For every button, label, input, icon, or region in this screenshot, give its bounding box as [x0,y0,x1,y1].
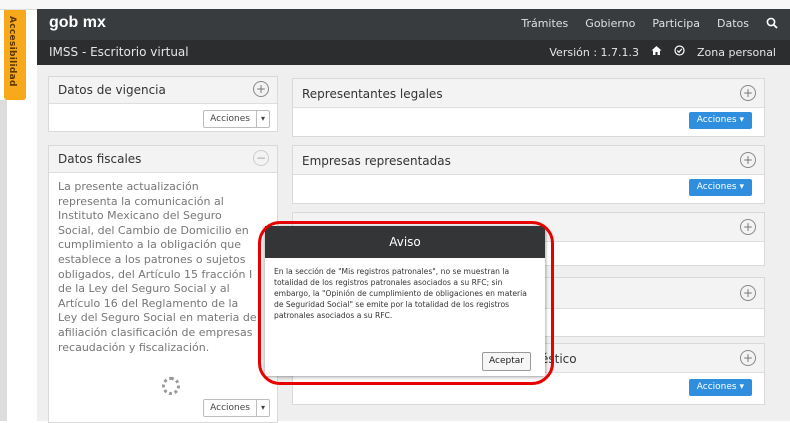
expand-icon[interactable]: + [740,85,756,101]
panel-empresas-header: Empresas representadas + [293,146,764,175]
caret-down-icon: ▾ [255,111,269,127]
header-right: Versión : 1.7.1.3 Zona personal [549,45,776,59]
actions-button[interactable]: Acciones ▾ [688,379,752,396]
nav-datos[interactable]: Datos [717,17,749,32]
panel-title: Datos fiscales [58,152,142,166]
accessibility-tab[interactable]: Accesibilidad [4,10,26,100]
panel-title: Datos de vigencia [58,83,166,97]
modal-title: Aviso [265,226,545,258]
app-header: IMSS - Escritorio virtual Versión : 1.7.… [37,40,790,65]
caret-down-icon: ▾ [255,400,269,416]
panel-representantes-header: Representantes legales + [293,79,764,108]
left-edge [0,100,7,421]
actions-dropdown[interactable]: Acciones ▾ [203,110,270,128]
fiscal-notice-text: La presente actualización representa la … [58,180,257,354]
accessibility-label: Accesibilidad [7,16,17,87]
nav-tramites[interactable]: Trámites [521,17,568,32]
actions-dropdown[interactable]: Acciones ▾ [203,399,270,417]
app-title: IMSS - Escritorio virtual [49,45,189,59]
panel-representantes: Representantes legales + Acciones ▾ [292,78,765,137]
gobmx-logo[interactable]: gob mx [49,14,106,32]
expand-icon[interactable]: + [740,350,756,366]
actions-button[interactable]: Acciones ▾ [688,179,752,196]
collapse-icon[interactable]: − [253,150,269,166]
top-navbar: gob mx Trámites Gobierno Participa Datos [37,9,790,40]
actions-label: Acciones [696,182,737,192]
loading-spinner-icon [162,377,180,395]
search-icon[interactable] [766,17,778,32]
accept-button[interactable]: Aceptar [482,352,531,371]
nav-participa[interactable]: Participa [652,17,700,32]
actions-label: Acciones [696,115,737,125]
expand-icon[interactable]: + [740,152,756,168]
actions-button[interactable]: Acciones ▾ [688,112,752,129]
panel-fiscales-header: Datos fiscales − [49,146,277,173]
actions-label: Acciones [210,403,250,413]
panel-vigencia: Datos de vigencia + Acciones ▾ [48,76,278,132]
personal-zone-link[interactable]: Zona personal [697,46,776,59]
check-circle-icon[interactable] [674,45,685,59]
panel-fiscales: Datos fiscales − La presente actualizaci… [48,145,278,423]
version-label: Versión : 1.7.1.3 [549,45,640,59]
actions-label: Acciones [210,114,250,124]
panel-title: Empresas representadas [302,154,451,168]
expand-icon[interactable]: + [740,219,756,235]
modal-message: En la sección de "Mis registros patronal… [274,267,527,320]
panel-vigencia-header: Datos de vigencia + [49,77,277,104]
panel-title: Representantes legales [302,87,443,101]
nav-gobierno[interactable]: Gobierno [585,17,635,32]
panel-empresas: Empresas representadas + Acciones ▾ [292,145,765,204]
top-nav: Trámites Gobierno Participa Datos [521,17,778,32]
expand-icon[interactable]: + [253,81,269,97]
home-icon[interactable] [651,45,662,59]
actions-label: Acciones [696,382,737,392]
expand-icon[interactable]: + [740,285,756,301]
aviso-modal: Aviso En la sección de "Mis registros pa… [265,226,545,376]
